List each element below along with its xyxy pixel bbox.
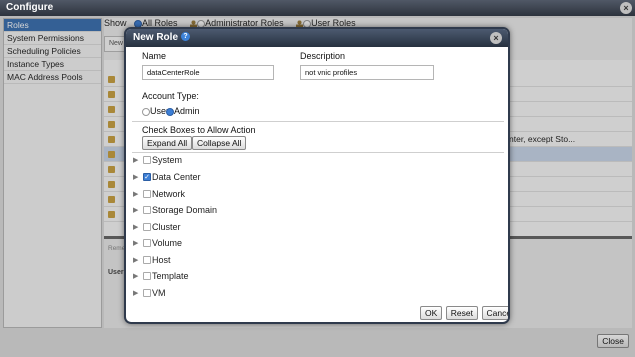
help-icon[interactable]: ?: [181, 32, 191, 41]
close-icon[interactable]: ×: [620, 2, 632, 14]
tree-item-volume[interactable]: ▶ Volume: [133, 236, 182, 249]
expand-arrow-icon[interactable]: ▶: [133, 190, 141, 198]
checkbox[interactable]: [143, 155, 151, 164]
checkbox[interactable]: [143, 271, 151, 280]
checkbox[interactable]: [143, 205, 151, 214]
collapse-all-button[interactable]: Collapse All: [192, 136, 247, 150]
checkbox[interactable]: [143, 288, 151, 297]
description-label: Description: [300, 51, 346, 61]
tree-item-vm[interactable]: ▶ VM: [133, 286, 166, 299]
name-label: Name: [142, 51, 167, 61]
expand-all-button[interactable]: Expand All: [142, 136, 193, 150]
dialog-titlebar: New Role? ×: [126, 29, 508, 47]
divider: [132, 152, 504, 153]
expand-arrow-icon[interactable]: ▶: [133, 256, 141, 264]
dialog-title: New Role: [133, 32, 179, 43]
window-titlebar: Configure ×: [0, 0, 635, 16]
expand-arrow-icon[interactable]: ▶: [133, 173, 141, 181]
expand-arrow-icon[interactable]: ▶: [133, 272, 141, 280]
window-title: Configure: [6, 2, 54, 13]
checkbox-checked[interactable]: ✓: [143, 172, 151, 181]
expand-arrow-icon[interactable]: ▶: [133, 289, 141, 297]
radio-selected-icon[interactable]: [166, 107, 174, 116]
checkbox[interactable]: [143, 222, 151, 231]
tree-item-cluster[interactable]: ▶ Cluster: [133, 220, 181, 233]
dialog-close-icon[interactable]: ×: [490, 32, 502, 44]
reset-button[interactable]: Reset: [445, 306, 479, 320]
cancel-button[interactable]: Cancel: [481, 306, 508, 320]
expand-arrow-icon[interactable]: ▶: [133, 156, 141, 164]
checkbox[interactable]: [143, 238, 151, 247]
new-role-dialog: New Role? × Name dataCenterRole Descript…: [124, 27, 510, 324]
check-boxes-label: Check Boxes to Allow Action: [142, 125, 256, 135]
checkbox[interactable]: [143, 255, 151, 264]
account-type-admin[interactable]: Admin: [166, 106, 200, 116]
expand-arrow-icon[interactable]: ▶: [133, 223, 141, 231]
checkbox[interactable]: [143, 189, 151, 198]
tree-item-template[interactable]: ▶ Template: [133, 269, 189, 282]
dialog-footer: OK Reset Cancel: [419, 306, 508, 320]
radio-icon[interactable]: [142, 107, 150, 116]
divider: [132, 121, 504, 122]
tree-item-network[interactable]: ▶ Network: [133, 187, 185, 200]
account-type-label: Account Type:: [142, 91, 199, 101]
tree-item-data-center[interactable]: ▶ ✓ Data Center: [133, 170, 201, 183]
expand-arrow-icon[interactable]: ▶: [133, 206, 141, 214]
name-field[interactable]: dataCenterRole: [142, 65, 274, 80]
tree-item-storage-domain[interactable]: ▶ Storage Domain: [133, 203, 217, 216]
account-type-user[interactable]: User: [142, 106, 169, 116]
expand-arrow-icon[interactable]: ▶: [133, 239, 141, 247]
ok-button[interactable]: OK: [420, 306, 443, 320]
tree-item-system[interactable]: ▶ System: [133, 153, 182, 166]
tree-item-host[interactable]: ▶ Host: [133, 253, 171, 266]
description-field[interactable]: not vnic profiles: [300, 65, 434, 80]
